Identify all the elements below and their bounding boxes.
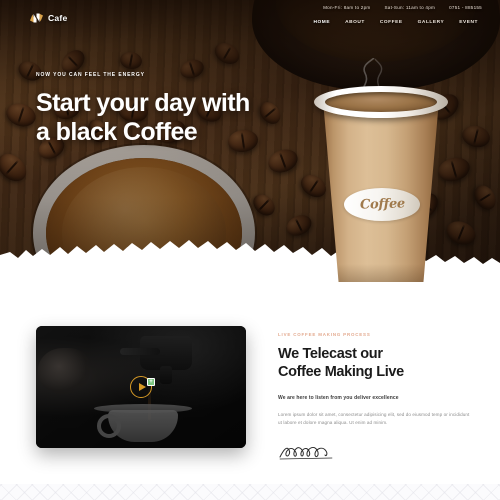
section-title: We Telecast our Coffee Making Live <box>278 345 474 382</box>
landing-page: Mon-Fri: 8am to 2pm Sat-Sun: 11am to 4pm… <box>0 0 500 500</box>
cup-label-oval: Coffee <box>344 188 420 221</box>
nav-item-event[interactable]: EVENT <box>459 20 478 25</box>
footer-pattern-strip <box>0 484 500 500</box>
nav-item-coffee[interactable]: COFFEE <box>380 20 403 25</box>
nav-item-gallery[interactable]: GALLERY <box>418 20 445 25</box>
hero-title-line-1: Start your day with <box>36 89 250 117</box>
video-thumbnail-card[interactable]: + <box>36 326 246 448</box>
telecast-section: + LIVE COFFEE MAKING PROCESS We Telecast… <box>0 282 500 500</box>
section-title-line-1: We Telecast our <box>278 346 383 362</box>
hero-title: Start your day with a black Coffee <box>36 89 286 147</box>
takeaway-coffee-cup: Coffee <box>305 58 455 282</box>
nav-item-about[interactable]: ABOUT <box>345 20 365 25</box>
section-title-line-2: Coffee Making Live <box>278 364 404 381</box>
cup-label-text: Coffee <box>359 196 405 213</box>
hero-section: Mon-Fri: 8am to 2pm Sat-Sun: 11am to 4pm… <box>0 0 500 282</box>
telecast-text-column: LIVE COFFEE MAKING PROCESS We Telecast o… <box>278 332 474 462</box>
section-subtitle: We are here to listen from you deliver e… <box>278 394 399 401</box>
play-triangle-icon <box>138 383 146 391</box>
green-cursor-badge-icon: + <box>147 378 155 386</box>
hero-title-line-2: a black Coffee <box>36 118 198 146</box>
signature-icon <box>279 447 333 460</box>
main-navigation: HOME ABOUT COFFEE GALLERY EVENT <box>0 15 500 29</box>
section-body-text: Lorem ipsum dolor sit amet, consectetur … <box>278 411 470 426</box>
section-kicker: LIVE COFFEE MAKING PROCESS <box>278 332 371 337</box>
nav-item-home[interactable]: HOME <box>313 20 330 25</box>
hero-copy: NOW YOU CAN FEEL THE ENERGY Start your d… <box>36 72 286 147</box>
hero-eyebrow: NOW YOU CAN FEEL THE ENERGY <box>36 72 145 78</box>
cup-liquid-surface <box>325 92 437 112</box>
